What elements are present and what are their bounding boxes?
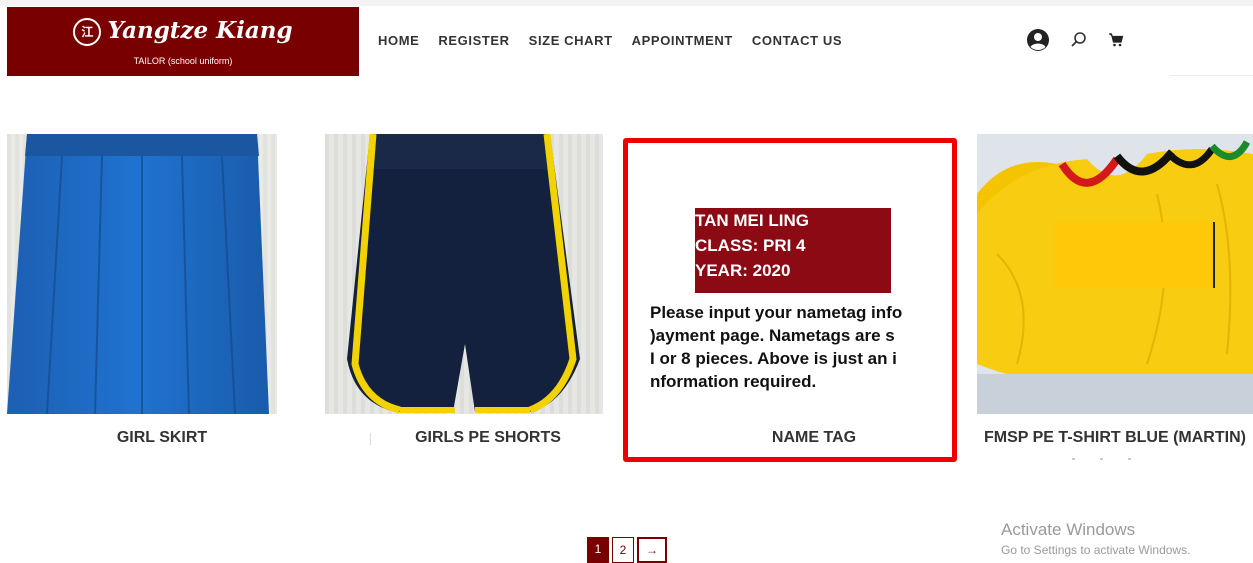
watermark-title: Activate Windows: [1001, 520, 1136, 539]
nav-home[interactable]: HOME: [378, 33, 419, 48]
faint-divider: [1072, 458, 1132, 460]
logo-seal-icon: 江: [73, 18, 102, 46]
nav-appointment[interactable]: APPOINTMENT: [632, 33, 733, 48]
product-title-fmsp-pe-tshirt[interactable]: FMSP PE T-SHIRT BLUE (MARTIN): [977, 429, 1253, 447]
watermark-subtitle: Go to Settings to activate Windows.: [1001, 543, 1191, 557]
header-divider: [1170, 75, 1253, 76]
page-2-button[interactable]: 2: [612, 537, 634, 563]
top-strip: [0, 0, 1253, 6]
nav-contact-us[interactable]: CONTACT US: [752, 33, 842, 48]
divider: [370, 433, 371, 445]
product-title-girls-pe-shorts[interactable]: GIRLS PE SHORTS: [372, 429, 604, 447]
pagination: 1 2 →: [587, 537, 667, 563]
product-title-girl-skirt[interactable]: GIRL SKIRT: [7, 429, 317, 447]
nav-register[interactable]: REGISTER: [438, 33, 509, 48]
cart-icon[interactable]: [1108, 32, 1124, 53]
logo-wordmark: 江 Yangtze Kiang: [7, 17, 359, 46]
product-image-fmsp-pe-tshirt[interactable]: [977, 134, 1253, 414]
product-image-girls-pe-shorts[interactable]: [325, 134, 603, 414]
selection-highlight-box: [623, 138, 957, 462]
site-logo[interactable]: 江 Yangtze Kiang TAILOR (school uniform): [7, 7, 359, 76]
nav-size-chart[interactable]: SIZE CHART: [529, 33, 613, 48]
header-icons: [1026, 28, 1124, 57]
logo-text: Yangtze Kiang: [107, 17, 293, 44]
page-1-button[interactable]: 1: [587, 537, 609, 563]
next-page-button[interactable]: →: [637, 537, 667, 563]
logo-tagline: TAILOR (school uniform): [133, 56, 233, 66]
product-image-girl-skirt[interactable]: [7, 134, 277, 414]
search-icon[interactable]: [1070, 31, 1088, 54]
activate-windows-watermark: Activate Windows Go to Settings to activ…: [1001, 520, 1190, 557]
account-icon[interactable]: [1026, 28, 1050, 57]
main-nav: HOME REGISTER SIZE CHART APPOINTMENT CON…: [378, 33, 861, 48]
